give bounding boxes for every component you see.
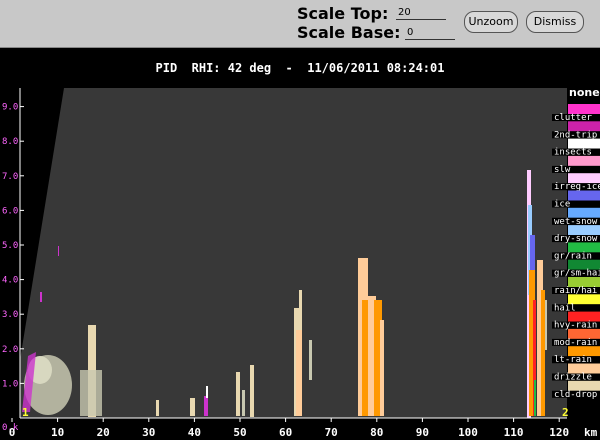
echo-gr-rain bbox=[534, 380, 536, 416]
x-tick-label: 50 bbox=[233, 426, 246, 439]
x-tick-label: 90 bbox=[416, 426, 429, 439]
x-tick-label: 120 bbox=[549, 426, 569, 439]
echo-lt-rain bbox=[541, 290, 545, 416]
x-tick-label: 60 bbox=[279, 426, 292, 439]
x-tick-label: 10 bbox=[51, 426, 64, 439]
x-tick-label: 20 bbox=[97, 426, 110, 439]
y-tick-label: 7.0 bbox=[2, 172, 18, 182]
x-tick-label: 70 bbox=[325, 426, 338, 439]
y-tick-label: 3.0 bbox=[2, 310, 18, 320]
x-tick-label: 40 bbox=[188, 426, 201, 439]
x-tick-label: 110 bbox=[504, 426, 524, 439]
y-tick-label: 5.0 bbox=[2, 241, 18, 251]
y-tick-label: 9.0 bbox=[2, 103, 18, 113]
legend-label: cld-drop bbox=[554, 390, 597, 400]
echo-cld-drop bbox=[242, 390, 245, 416]
echo-clutter bbox=[204, 396, 208, 416]
x-tick-label: 0 bbox=[9, 426, 16, 439]
legend-title: none bbox=[569, 86, 600, 99]
y-tick-label: 8.0 bbox=[2, 137, 18, 147]
plot-area bbox=[20, 88, 567, 418]
y-tick-label: 6.0 bbox=[2, 206, 18, 216]
echo-cld-drop bbox=[545, 300, 547, 350]
x-unit-label: km bbox=[584, 426, 598, 439]
echo-clutter bbox=[40, 292, 42, 302]
echo-ice bbox=[530, 235, 535, 275]
echo-cld-drop bbox=[236, 372, 240, 416]
rhi-plot[interactable]: 1.02.03.04.05.06.07.08.09.00.k1 2 0 10 20 30… bbox=[0, 0, 600, 440]
legend-swatch bbox=[568, 190, 600, 201]
corner-label-left: 1 bbox=[22, 406, 29, 419]
x-tick-label: 80 bbox=[370, 426, 383, 439]
legend-swatch bbox=[568, 155, 600, 166]
legend-label: ice bbox=[554, 200, 570, 210]
echo-cld-drop bbox=[190, 398, 195, 416]
echo-cld-drop bbox=[299, 290, 302, 320]
echo-cld-drop bbox=[156, 400, 159, 416]
x-tick-label: 30 bbox=[142, 426, 155, 439]
y-tick-label: 2.0 bbox=[2, 345, 18, 355]
echo-drizzle bbox=[380, 320, 384, 416]
y-tick-label: 4.0 bbox=[2, 276, 18, 286]
echo-cld-drop bbox=[250, 365, 254, 417]
y-tick-label: 1.0 bbox=[2, 379, 18, 389]
echo-drizzle bbox=[296, 330, 302, 416]
corner-label-right: 2 bbox=[562, 406, 569, 419]
echo-cld-drop bbox=[80, 370, 102, 416]
x-tick-label: 100 bbox=[458, 426, 478, 439]
echo-insects bbox=[206, 386, 208, 398]
echo-clutter bbox=[58, 246, 59, 256]
echo-cld-drop bbox=[309, 340, 312, 380]
